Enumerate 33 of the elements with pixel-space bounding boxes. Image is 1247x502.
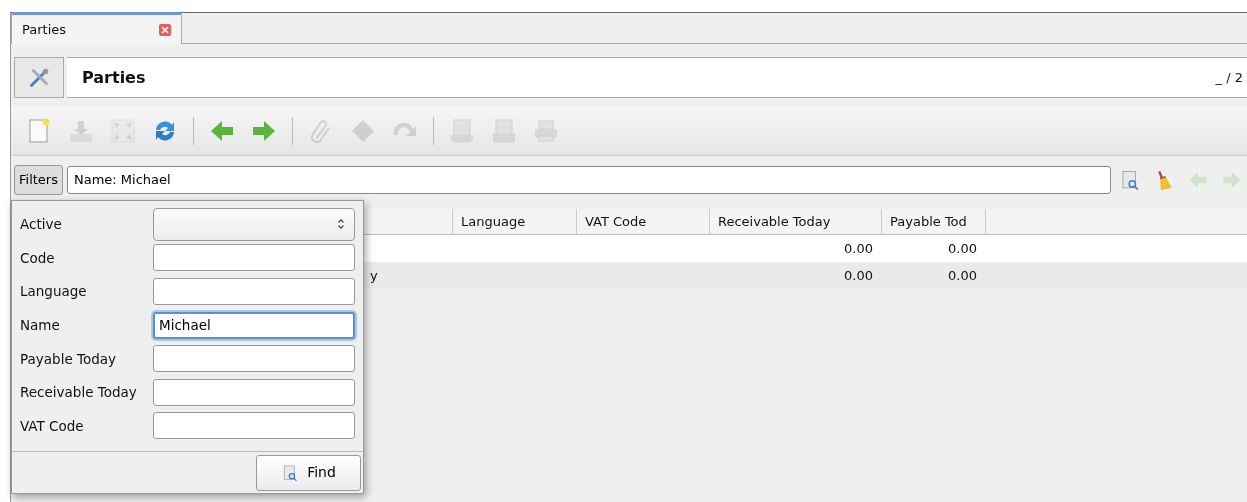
table-cell: 0.00	[844, 241, 873, 256]
input-field[interactable]	[153, 345, 355, 373]
filter-field[interactable]: Name: Michael	[66, 165, 1111, 194]
record-count: _ / 2	[1215, 68, 1243, 87]
tools-button[interactable]	[14, 57, 64, 98]
find-button[interactable]: Find	[256, 454, 361, 491]
field-label: Name	[20, 315, 61, 335]
column-header[interactable]: Payable Tod	[881, 209, 985, 235]
select-field[interactable]	[153, 207, 355, 241]
table-cell: 0.00	[948, 241, 977, 256]
column-header[interactable]: Language	[452, 209, 576, 235]
close-icon[interactable]	[159, 23, 171, 36]
table-cell: 0.00	[844, 268, 873, 283]
column-header[interactable]	[985, 209, 1247, 235]
tab[interactable]: Parties	[11, 12, 182, 44]
input-field[interactable]: Michael	[153, 311, 355, 339]
table-cell: y	[370, 268, 378, 283]
column-header[interactable]: VAT Code	[576, 209, 709, 235]
filters-button[interactable]: Filters	[14, 164, 63, 195]
field-label: Payable Today	[20, 349, 118, 369]
search-icon[interactable]	[1119, 168, 1141, 191]
search-icon	[281, 463, 300, 482]
field-label: Active	[20, 215, 63, 235]
column-header[interactable]: Receivable Today	[709, 209, 881, 235]
input-field[interactable]	[153, 378, 355, 406]
table-cell: 0.00	[948, 268, 977, 283]
up-down-arrows-icon	[336, 218, 346, 231]
input-field[interactable]	[153, 278, 355, 305]
field-label: VAT Code	[20, 416, 85, 436]
input-field[interactable]	[153, 244, 355, 272]
input-field[interactable]	[153, 412, 355, 440]
field-label: Receivable Today	[20, 383, 138, 403]
form-title: Parties	[82, 66, 146, 89]
